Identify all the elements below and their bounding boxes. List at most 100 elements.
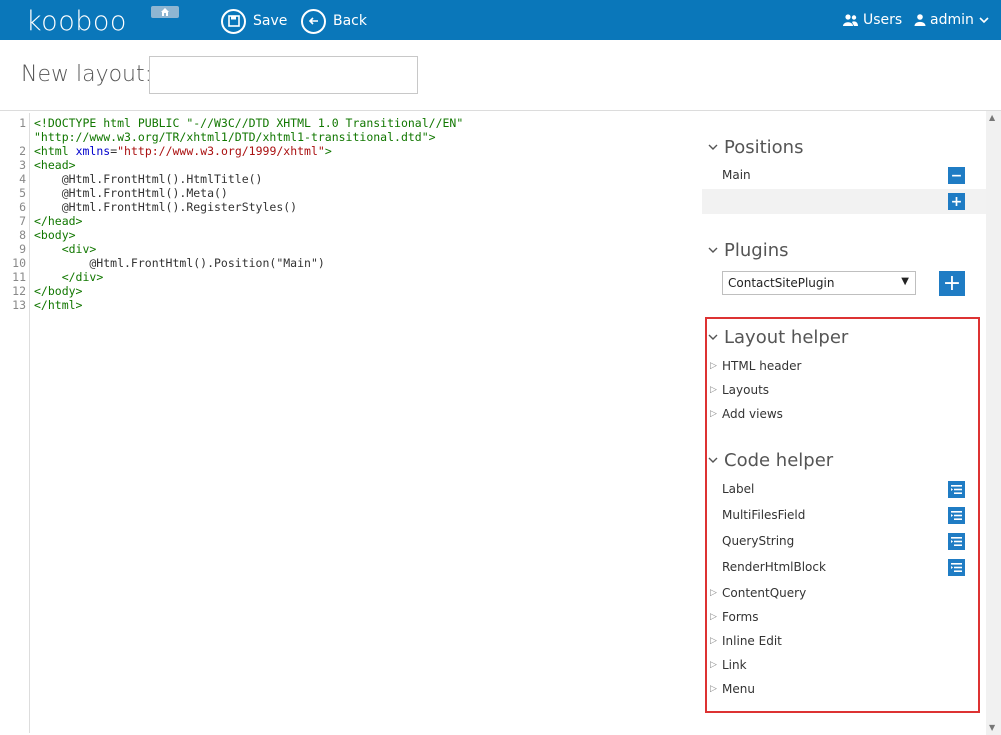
insert-code-icon[interactable] [948, 481, 965, 498]
line-number: 12 [12, 284, 26, 298]
remove-position-button[interactable]: − [948, 167, 965, 184]
code-text: <div> [61, 242, 97, 256]
code-helper-header[interactable]: Code helper [708, 450, 833, 471]
kooboo-logo[interactable]: kooboo [26, 6, 127, 37]
code-text: <body> [34, 228, 76, 242]
code-text: </head> [34, 214, 83, 228]
code-text: <!DOCTYPE html PUBLIC "-//W3C//DTD XHTML… [34, 116, 464, 130]
code-helper-item[interactable]: QueryString [722, 534, 794, 548]
title-row: New layout: [0, 40, 1001, 111]
admin-menu[interactable]: admin [914, 12, 989, 28]
code-text: </html> [34, 298, 83, 312]
expand-triangle-icon[interactable]: ▷ [710, 588, 717, 598]
home-button[interactable] [151, 6, 179, 18]
layout-helper-item[interactable]: Add views [722, 407, 783, 421]
layout-helper-item[interactable]: HTML header [722, 359, 801, 373]
insert-code-icon[interactable] [948, 507, 965, 524]
code-text: </body> [34, 284, 83, 298]
insert-code-icon[interactable] [948, 559, 965, 576]
code-helper-group[interactable]: Menu [722, 682, 755, 696]
code-line[interactable]: 2 <html xmlns="http://www.w3.org/1999/xht… [8, 144, 698, 158]
code-helper-item[interactable]: Label [722, 482, 754, 496]
insert-code-icon[interactable] [948, 533, 965, 550]
layout-helper-header[interactable]: Layout helper [708, 327, 848, 348]
admin-label: admin [930, 12, 974, 28]
users-link[interactable]: Users [842, 12, 902, 28]
code-text: </div> [61, 270, 104, 284]
layout-name-input[interactable] [149, 56, 418, 94]
new-position-row [702, 189, 986, 214]
code-helper-title: Code helper [724, 450, 834, 471]
code-line[interactable]: "http://www.w3.org/TR/xhtml1/DTD/xhtml1-… [8, 130, 698, 144]
chevron-down-icon [708, 247, 718, 253]
code-line[interactable]: 7 </head> [8, 214, 698, 228]
code-line[interactable]: 11 </div> [8, 270, 698, 284]
layout-helper-item[interactable]: Layouts [722, 383, 769, 397]
code-line[interactable]: 6 @Html.FrontHtml().RegisterStyles() [8, 200, 698, 214]
plugin-select[interactable]: ContactSitePlugin ▼ [722, 271, 916, 295]
code-editor[interactable]: 1 <!DOCTYPE html PUBLIC "-//W3C//DTD XHTM… [8, 113, 698, 733]
users-label: Users [863, 12, 903, 28]
plus-icon: + [942, 271, 962, 296]
line-number: 6 [19, 200, 26, 214]
code-line[interactable]: 12 </body> [8, 284, 698, 298]
scroll-down-icon[interactable]: ▼ [989, 723, 995, 732]
expand-triangle-icon[interactable]: ▷ [710, 409, 717, 419]
code-line[interactable]: 13 </html> [8, 298, 698, 312]
code-helper-item[interactable]: RenderHtmlBlock [722, 560, 826, 574]
code-text: <head> [34, 158, 76, 172]
save-label: Save [253, 13, 288, 29]
code-text: @Html.FrontHtml().Meta() [34, 186, 228, 200]
save-button[interactable]: Save [221, 8, 287, 34]
chevron-down-icon [708, 457, 718, 463]
expand-triangle-icon[interactable]: ▷ [710, 660, 717, 670]
line-number: 10 [12, 256, 26, 270]
expand-triangle-icon[interactable]: ▷ [710, 612, 717, 622]
code-helper-group[interactable]: Inline Edit [722, 634, 782, 648]
scroll-up-icon[interactable]: ▲ [989, 113, 995, 122]
expand-triangle-icon[interactable]: ▷ [710, 636, 717, 646]
save-icon [221, 8, 246, 34]
code-line[interactable]: 8 <body> [8, 228, 698, 242]
code-helper-group[interactable]: ContentQuery [722, 586, 806, 600]
plugins-title: Plugins [724, 240, 789, 261]
home-icon [161, 8, 169, 16]
plugin-select-value: ContactSitePlugin [728, 276, 835, 290]
line-number: 5 [19, 186, 26, 200]
expand-triangle-icon[interactable]: ▷ [710, 684, 717, 694]
code-text: @Html.FrontHtml().RegisterStyles() [34, 200, 298, 214]
top-bar: kooboo Save Back Users admin [0, 0, 1001, 40]
add-position-button[interactable]: + [948, 193, 965, 210]
add-plugin-button[interactable]: + [939, 271, 965, 296]
expand-triangle-icon[interactable]: ▷ [710, 361, 717, 371]
back-arrow-icon [301, 8, 326, 34]
code-line[interactable]: 9 <div> [8, 242, 698, 256]
code-text: @Html.FrontHtml().HtmlTitle() [34, 172, 263, 186]
plus-icon: + [950, 193, 963, 210]
code-text: <html xmlns="http://www.w3.org/1999/xhtm… [34, 144, 332, 158]
code-line[interactable]: 4 @Html.FrontHtml().HtmlTitle() [8, 172, 698, 186]
line-number: 3 [19, 158, 26, 172]
code-line[interactable]: 1 <!DOCTYPE html PUBLIC "-//W3C//DTD XHTM… [8, 116, 698, 130]
line-number: 7 [19, 214, 26, 228]
code-line[interactable]: 3 <head> [8, 158, 698, 172]
back-button[interactable]: Back [301, 8, 367, 34]
code-line[interactable]: 5 @Html.FrontHtml().Meta() [8, 186, 698, 200]
user-icon [914, 14, 926, 26]
expand-triangle-icon[interactable]: ▷ [710, 385, 717, 395]
page-scrollbar[interactable]: ▲ ▼ [986, 111, 1001, 735]
code-text: "http://www.w3.org/TR/xhtml1/DTD/xhtml1-… [34, 130, 436, 144]
back-label: Back [333, 13, 367, 29]
positions-header[interactable]: Positions [708, 137, 803, 158]
code-helper-item[interactable]: MultiFilesField [722, 508, 805, 522]
layout-helper-title: Layout helper [724, 327, 849, 348]
code-helper-group[interactable]: Forms [722, 610, 758, 624]
chevron-down-icon [979, 16, 989, 23]
code-helper-group[interactable]: Link [722, 658, 747, 672]
code-line[interactable]: 10 @Html.FrontHtml().Position("Main") [8, 256, 698, 270]
line-number: 9 [19, 242, 26, 256]
plugins-header[interactable]: Plugins [708, 240, 788, 261]
position-item-main[interactable]: Main [722, 168, 751, 182]
line-number: 1 [19, 116, 26, 130]
line-number: 8 [19, 228, 26, 242]
